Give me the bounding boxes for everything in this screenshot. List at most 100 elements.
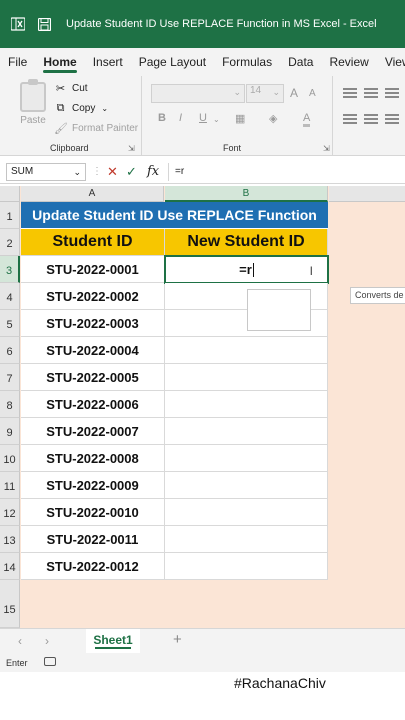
table-cell[interactable]: STU-2022-0008 xyxy=(21,445,165,472)
cancel-icon[interactable]: ✕ xyxy=(107,163,118,181)
row-header[interactable]: 1 xyxy=(0,202,20,229)
font-group: ⌄ 14 ⌄ A A B I U ⌄ ▦ ◈ A Font ⇲ xyxy=(143,76,333,156)
row-header[interactable]: 12 xyxy=(0,499,20,526)
table-cell[interactable]: STU-2022-0010 xyxy=(21,499,165,526)
table-cell[interactable]: STU-2022-0003 xyxy=(21,310,165,337)
table-title[interactable]: Update Student ID Use REPLACE Function xyxy=(21,202,328,229)
underline-button[interactable]: U xyxy=(199,112,207,124)
table-cell[interactable] xyxy=(165,364,328,391)
enter-icon[interactable]: ✓ xyxy=(126,163,137,181)
table-cell[interactable]: STU-2022-0004 xyxy=(21,337,165,364)
cut-button[interactable]: ✂ Cut xyxy=(54,82,88,95)
fill-color-icon[interactable]: ◈ xyxy=(269,112,277,125)
status-bar: Enter xyxy=(0,654,405,672)
align-center-icon[interactable] xyxy=(364,114,378,124)
table-cell[interactable]: STU-2022-0011 xyxy=(21,526,165,553)
align-bottom-icon[interactable] xyxy=(385,88,399,98)
paste-label: Paste xyxy=(20,115,46,126)
format-painter-button[interactable]: 🖌 Format Painter xyxy=(54,122,138,135)
excel-icon[interactable] xyxy=(10,16,26,32)
macro-record-icon[interactable] xyxy=(44,657,56,666)
tab-home[interactable]: Home xyxy=(35,48,84,76)
insert-function-button[interactable]: fx xyxy=(147,163,159,181)
more-icon: ⋮ xyxy=(92,166,102,177)
header-new-student-id[interactable]: New Student ID xyxy=(165,229,328,256)
chevron-down-icon: ⌄ xyxy=(233,87,241,97)
tab-review[interactable]: Review xyxy=(321,48,376,76)
dialog-launcher-icon[interactable]: ⇲ xyxy=(128,144,135,153)
name-box[interactable]: SUM ⌄ xyxy=(6,163,86,181)
row-header[interactable]: 3 xyxy=(0,256,20,283)
table-cell[interactable]: STU-2022-0007 xyxy=(21,418,165,445)
table-cell[interactable] xyxy=(165,337,328,364)
row-header[interactable]: 6 xyxy=(0,337,20,364)
sheet-tab-bar: ‹ › Sheet1 + xyxy=(0,628,405,654)
copy-button[interactable]: ⧉ Copy ⌄ xyxy=(54,102,109,115)
dialog-launcher-icon[interactable]: ⇲ xyxy=(323,144,330,153)
select-all-corner[interactable] xyxy=(0,186,20,202)
scroll-right-icon[interactable]: › xyxy=(45,634,49,648)
formula-input[interactable]: =r xyxy=(168,163,405,181)
row-header[interactable]: 5 xyxy=(0,310,20,337)
chevron-down-icon[interactable]: ⌄ xyxy=(213,115,220,124)
font-group-label: Font xyxy=(223,143,242,153)
clipboard-group: Paste ✂ Cut ⧉ Copy ⌄ 🖌 Format Painter Cl… xyxy=(0,76,142,156)
tab-page-layout[interactable]: Page Layout xyxy=(131,48,214,76)
add-sheet-button[interactable]: + xyxy=(173,631,182,648)
column-header-a[interactable]: A xyxy=(21,186,164,202)
row-header[interactable]: 14 xyxy=(0,553,20,580)
row-header[interactable]: 11 xyxy=(0,472,20,499)
font-name-select[interactable]: ⌄ xyxy=(151,84,245,103)
table-cell[interactable] xyxy=(165,499,328,526)
row-header[interactable]: 7 xyxy=(0,364,20,391)
align-left-icon[interactable] xyxy=(343,114,357,124)
bold-button[interactable]: B xyxy=(158,112,166,124)
table-cell[interactable]: STU-2022-0009 xyxy=(21,472,165,499)
header-student-id[interactable]: Student ID xyxy=(21,229,165,256)
tab-view[interactable]: View xyxy=(377,48,405,76)
tab-insert[interactable]: Insert xyxy=(85,48,131,76)
table-cell[interactable] xyxy=(165,418,328,445)
table-cell[interactable] xyxy=(165,472,328,499)
row-header[interactable]: 4 xyxy=(0,283,20,310)
paste-button[interactable]: Paste xyxy=(14,79,52,132)
table-cell[interactable] xyxy=(165,526,328,553)
table-cell[interactable]: STU-2022-0005 xyxy=(21,364,165,391)
row-header[interactable]: 2 xyxy=(0,229,20,256)
tab-data[interactable]: Data xyxy=(280,48,321,76)
row-header[interactable]: 9 xyxy=(0,418,20,445)
table-cell[interactable]: STU-2022-0001 xyxy=(21,256,165,283)
ribbon: Paste ✂ Cut ⧉ Copy ⌄ 🖌 Format Painter Cl… xyxy=(0,76,405,156)
align-right-icon[interactable] xyxy=(385,114,399,124)
tab-formulas[interactable]: Formulas xyxy=(214,48,280,76)
table-cell[interactable]: STU-2022-0006 xyxy=(21,391,165,418)
column-header-b[interactable]: B xyxy=(165,186,328,202)
align-middle-icon[interactable] xyxy=(364,88,378,98)
column-header-c[interactable] xyxy=(329,186,405,202)
save-icon[interactable] xyxy=(36,16,52,32)
active-cell-b3[interactable]: =r I xyxy=(164,255,329,284)
table-cell[interactable] xyxy=(165,445,328,472)
font-color-button[interactable]: A xyxy=(303,112,311,127)
row-header[interactable]: 15 xyxy=(0,580,20,628)
scroll-left-icon[interactable]: ‹ xyxy=(18,634,22,648)
table-cell[interactable]: STU-2022-0012 xyxy=(21,553,165,580)
paste-icon xyxy=(20,79,46,112)
sheet-tab-sheet1[interactable]: Sheet1 xyxy=(86,629,140,653)
shrink-font-button[interactable]: A xyxy=(309,88,316,99)
table-cell[interactable]: STU-2022-0002 xyxy=(21,283,165,310)
table-cell[interactable] xyxy=(165,553,328,580)
chevron-down-icon[interactable]: ⌄ xyxy=(73,164,81,180)
row-header[interactable]: 13 xyxy=(0,526,20,553)
grow-font-button[interactable]: A xyxy=(290,86,298,100)
font-size-select[interactable]: 14 ⌄ xyxy=(246,84,284,103)
align-top-icon[interactable] xyxy=(343,88,357,98)
table-cell[interactable] xyxy=(165,391,328,418)
autocomplete-dropdown[interactable] xyxy=(247,289,311,331)
row-header[interactable]: 10 xyxy=(0,445,20,472)
italic-button[interactable]: I xyxy=(179,112,182,124)
chevron-down-icon[interactable]: ⌄ xyxy=(101,104,108,113)
row-header[interactable]: 8 xyxy=(0,391,20,418)
tab-file[interactable]: File xyxy=(0,48,35,76)
borders-icon[interactable]: ▦ xyxy=(235,112,245,125)
